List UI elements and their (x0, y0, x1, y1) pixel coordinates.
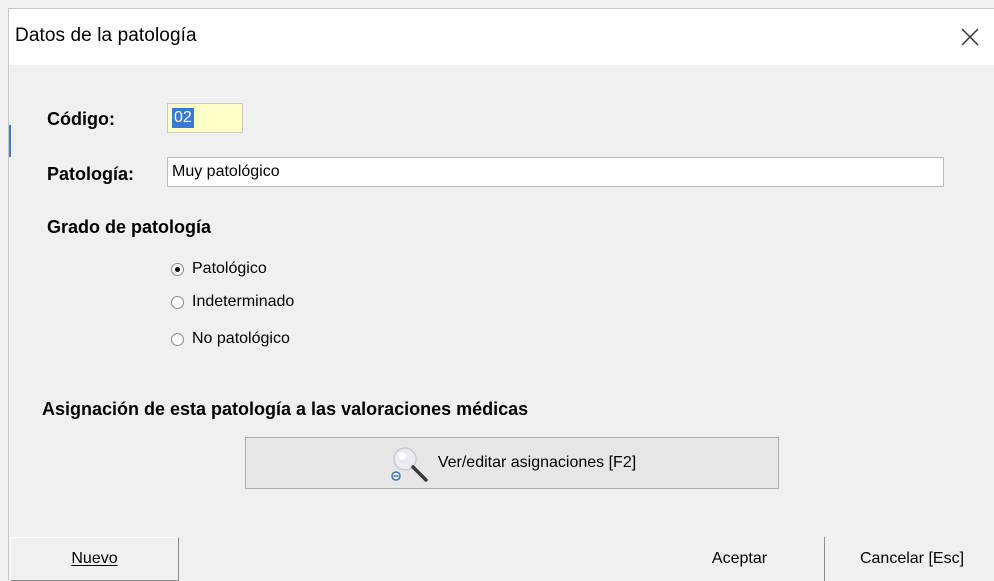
window-edge-accent (9, 125, 11, 157)
radio-label-patologico: Patológico (192, 260, 267, 277)
radio-label-indeterminado: Indeterminado (192, 293, 295, 310)
radio-label-no-patologico: No patológico (192, 330, 290, 347)
grado-heading: Grado de patología (47, 217, 212, 237)
asignacion-heading: Asignación de esta patología a las valor… (42, 399, 529, 419)
title-bar: Datos de la patología (9, 9, 994, 65)
radio-indeterminado[interactable]: Indeterminado (171, 290, 294, 314)
ver-editar-label: Ver/editar asignaciones [F2] (437, 454, 637, 471)
patologia-label: Patología: (47, 164, 135, 184)
aceptar-label: Aceptar (711, 550, 768, 567)
cancelar-label: Cancelar [Esc] (859, 550, 965, 567)
dialog-window: Datos de la patología Código: 02 Patolog… (8, 8, 994, 581)
footer-bar: Nuevo Aceptar Cancelar [Esc] (9, 537, 994, 581)
radio-no-patologico[interactable]: No patológico (171, 327, 290, 351)
magnifier-icon (391, 447, 428, 482)
nuevo-label: Nuevo (71, 550, 118, 567)
dialog-title: Datos de la patología (15, 25, 197, 46)
close-button[interactable] (946, 9, 994, 65)
radio-patologico[interactable]: Patológico (171, 257, 267, 281)
close-icon (961, 28, 979, 46)
radio-button[interactable] (171, 295, 184, 309)
codigo-value: 02 (172, 108, 194, 128)
cancelar-button[interactable]: Cancelar [Esc] (829, 537, 994, 581)
nuevo-button[interactable]: Nuevo (10, 537, 179, 581)
codigo-input[interactable]: 02 (167, 103, 243, 133)
radio-button-checked[interactable] (171, 262, 184, 276)
patologia-input[interactable]: Muy patológico (167, 157, 944, 187)
aceptar-button[interactable]: Aceptar (655, 537, 825, 581)
radio-button[interactable] (171, 332, 184, 346)
ver-editar-asignaciones-button[interactable]: Ver/editar asignaciones [F2] (245, 437, 779, 489)
codigo-label: Código: (47, 109, 115, 129)
